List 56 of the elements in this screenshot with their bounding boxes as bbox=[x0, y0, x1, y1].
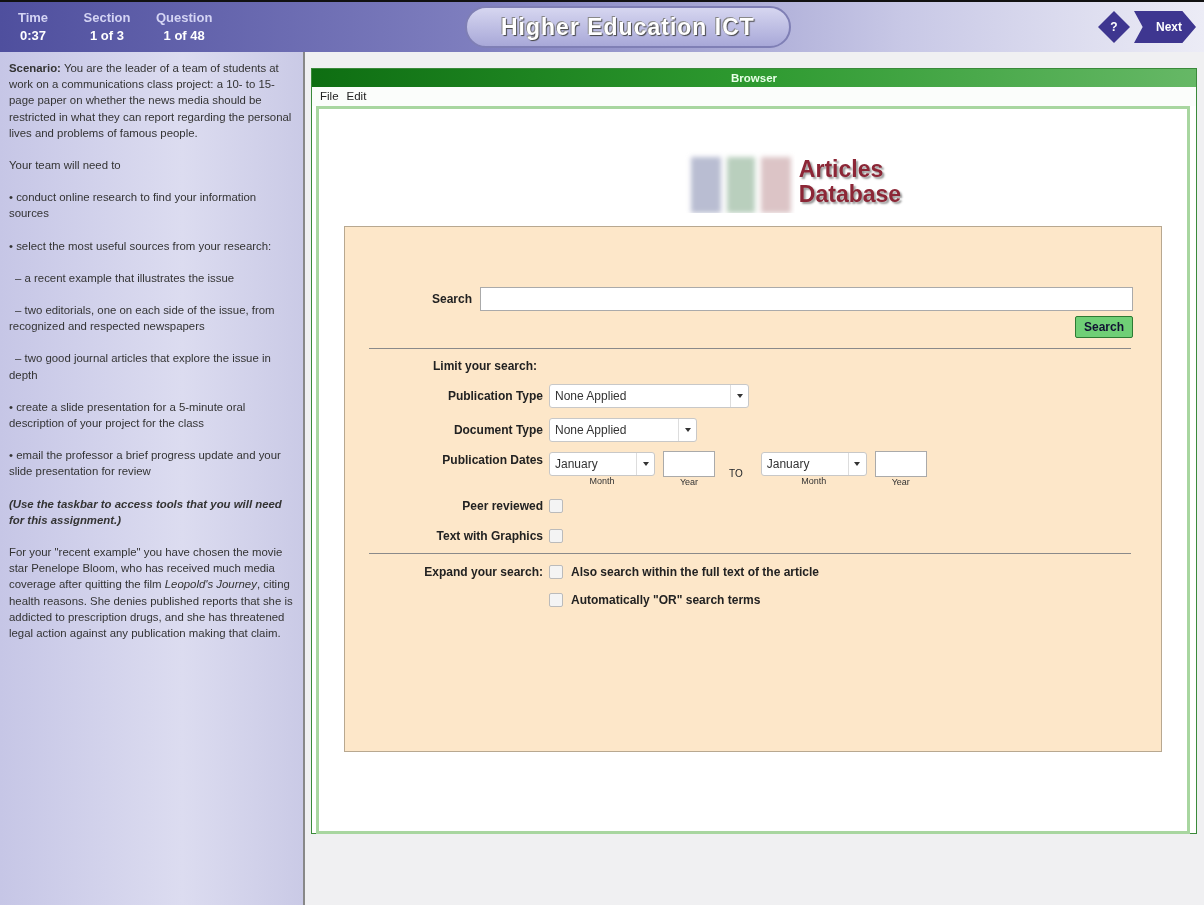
dropdown[interactable]: January bbox=[760, 451, 867, 476]
field-label: Publication Type bbox=[446, 388, 543, 406]
task-item: • select the most useful sources from your research: bbox=[9, 238, 273, 254]
stat-value: 0:37 bbox=[19, 27, 47, 45]
stat-value: 1 of 48 bbox=[162, 27, 206, 45]
range-separator: TO bbox=[728, 466, 744, 481]
task-item: – a recent example that illustrates the issue bbox=[14, 270, 236, 286]
stat-value: 1 of 3 bbox=[89, 27, 125, 45]
field-label: Text with Graphics bbox=[435, 528, 543, 546]
option-label: Also search within the full text of the article bbox=[571, 564, 820, 582]
checkbox[interactable] bbox=[549, 499, 563, 514]
section-heading: Limit your search: bbox=[432, 358, 539, 376]
next-button[interactable]: Next bbox=[1134, 11, 1196, 43]
logo-text: Database bbox=[798, 182, 902, 208]
instruction-note: (Use the taskbar to access tools that you will need for this assignment.) bbox=[9, 496, 283, 528]
year-field[interactable] bbox=[874, 450, 927, 477]
dropdown[interactable]: January bbox=[549, 451, 655, 476]
help-button[interactable]: ? bbox=[1098, 11, 1130, 43]
dropdown[interactable]: None Applied bbox=[549, 418, 697, 443]
field-caption: Month bbox=[800, 475, 828, 487]
field-label: Document Type bbox=[452, 422, 543, 440]
task-heading: Your team will need to bbox=[9, 158, 122, 173]
app-title: Higher Education ICT bbox=[465, 5, 791, 49]
task-item: • create a slide presentation for a 5-minute oral description of your project for the class bbox=[9, 399, 247, 432]
field-caption: Year bbox=[678, 476, 700, 488]
task-item: • conduct online research to find your information sources bbox=[9, 190, 258, 222]
field-label: Publication Dates bbox=[441, 452, 543, 470]
checkbox[interactable] bbox=[549, 529, 563, 544]
dropdown[interactable]: None Applied bbox=[549, 384, 749, 409]
checkbox[interactable] bbox=[549, 593, 563, 608]
search-field[interactable] bbox=[480, 287, 1133, 312]
stat-label: Question bbox=[156, 9, 213, 27]
checkbox[interactable] bbox=[549, 565, 563, 580]
menu-item[interactable]: Edit bbox=[346, 88, 367, 106]
window-title: Browser bbox=[312, 69, 1196, 87]
caret-icon bbox=[854, 461, 861, 466]
search-label: Search bbox=[430, 291, 473, 309]
option-label: Automatically "OR" search terms bbox=[571, 592, 761, 610]
scenario-text: Scenario: You are the leader of a team of students at work on a communications class project: a 10- to 15-page paper on whether the news media should be restricted in what they can report regarding the personal lives and problems of famous people. bbox=[9, 61, 293, 141]
section-heading: Expand your search: bbox=[423, 564, 543, 582]
example-text: For your "recent example" you have chosen the movie star Penelope Bloom, who has received much media coverage after quitting the film Leopold's Journey, citing health reasons. She denies published reports that she is addicted to prescription drugs, and she has threatened legal action against any publication making that claim. bbox=[9, 545, 294, 642]
stat-label: Section bbox=[82, 9, 132, 27]
year-field[interactable] bbox=[663, 450, 715, 477]
field-label: Peer reviewed bbox=[461, 498, 543, 516]
caret-icon bbox=[642, 461, 649, 466]
menu-item[interactable]: File bbox=[320, 88, 339, 106]
field-caption: Month bbox=[588, 475, 616, 487]
caret-icon bbox=[736, 394, 743, 399]
stat-label: Time bbox=[16, 9, 50, 27]
task-item: – two good journal articles that explore the issue in depth bbox=[9, 351, 272, 383]
logo-text: Articles bbox=[798, 157, 885, 183]
caret-icon bbox=[684, 428, 691, 433]
task-item: • email the professor a brief progress update and your slide presentation for review bbox=[9, 448, 282, 480]
task-item: – two editorials, one on each side of the issue, from recognized and respected newspapers bbox=[9, 303, 276, 335]
field-caption: Year bbox=[890, 476, 911, 488]
search-button[interactable]: Search bbox=[1074, 316, 1133, 339]
